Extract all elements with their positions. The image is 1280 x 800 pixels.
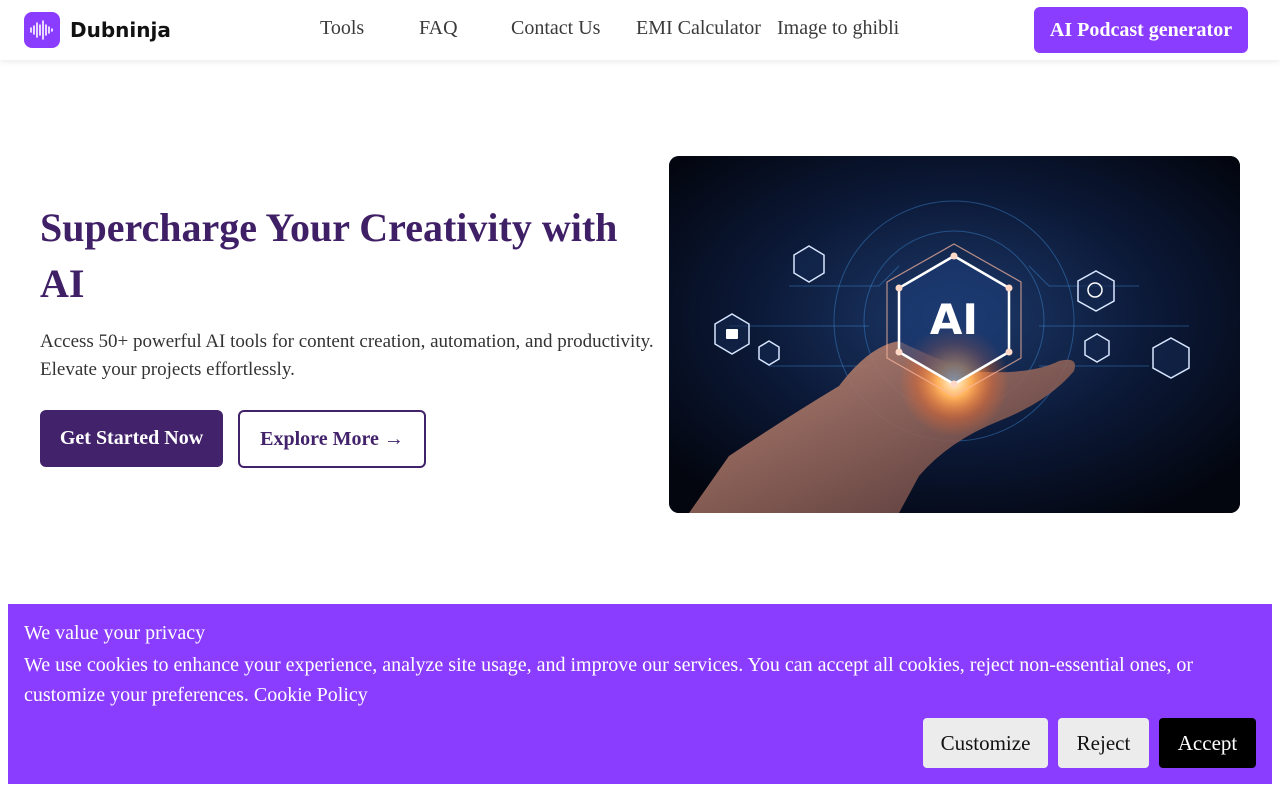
cookie-text: We use cookies to enhance your experienc…	[24, 650, 1254, 710]
cookie-accept-button[interactable]: Accept	[1159, 718, 1256, 768]
site-header: Dubninja Tools FAQ Contact Us EMI Calcul…	[0, 0, 1280, 60]
cookie-banner: We value your privacy We use cookies to …	[8, 604, 1272, 784]
brand[interactable]: Dubninja	[24, 12, 171, 48]
explore-more-button[interactable]: Explore More →	[238, 410, 426, 468]
cookie-title: We value your privacy	[24, 622, 206, 644]
ai-podcast-generator-button[interactable]: AI Podcast generator	[1034, 7, 1248, 53]
brand-name: Dubninja	[70, 18, 171, 42]
nav-faq[interactable]: FAQ	[419, 17, 458, 40]
nav-tools[interactable]: Tools	[320, 17, 364, 40]
cookie-policy-link[interactable]: Cookie Policy	[254, 684, 368, 706]
hero-title: Supercharge Your Creativity with AI	[40, 205, 618, 306]
get-started-button[interactable]: Get Started Now	[40, 410, 223, 467]
cookie-reject-button[interactable]: Reject	[1058, 718, 1149, 768]
cookie-description: We use cookies to enhance your experienc…	[24, 654, 1194, 706]
sound-wave-icon	[24, 12, 60, 48]
nav-emi-calculator[interactable]: EMI Calculator	[636, 17, 761, 40]
hero-ai-hand-image: AI	[669, 156, 1240, 513]
nav-image-to-ghibli[interactable]: Image to ghibli	[777, 17, 899, 40]
nav-contact-us[interactable]: Contact Us	[511, 17, 600, 40]
hero-description: Access 50+ powerful AI tools for content…	[40, 331, 654, 380]
cookie-customize-button[interactable]: Customize	[923, 718, 1048, 768]
ai-hexagon-label: AI	[930, 295, 978, 344]
